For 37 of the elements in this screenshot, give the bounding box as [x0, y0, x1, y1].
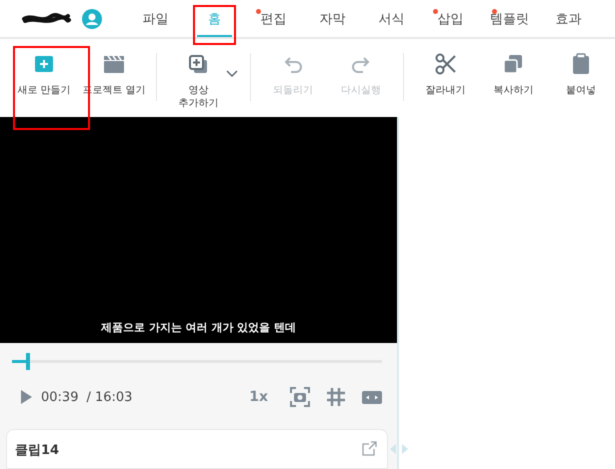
tab[interactable]: 템플릿 [480, 0, 539, 37]
tab[interactable]: 삽입 [421, 0, 480, 37]
toolbar-button[interactable]: 잘라내기 [412, 47, 480, 97]
toolbar-button[interactable]: 복사하기 [479, 47, 548, 97]
snapshot-button[interactable] [290, 387, 310, 407]
grid-icon [326, 387, 346, 407]
redo-icon [350, 54, 371, 74]
open-external-button[interactable] [361, 441, 377, 456]
toolbar-button[interactable]: 붙여넣 [547, 47, 615, 97]
tab[interactable]: 효과 [539, 0, 598, 37]
current-time: 00:39 [41, 390, 78, 404]
slider-thumb[interactable] [26, 353, 30, 370]
scissors-icon [435, 53, 456, 75]
undo-icon [283, 54, 304, 74]
add-media-icon [189, 54, 208, 74]
clipboard-icon [572, 53, 590, 75]
copy-icon [503, 54, 524, 74]
add-video-button[interactable]: 영상 추가하기 [164, 47, 232, 110]
aspect-ratio-icon [362, 388, 382, 406]
subtitle-text: 제품으로 가지는 여러 개가 있었을 텐데 [100, 320, 296, 335]
play-button[interactable] [20, 389, 33, 405]
camera-icon [290, 387, 310, 407]
tab[interactable]: 파일 [126, 0, 185, 37]
clapperboard-icon [102, 55, 125, 73]
aspect-button[interactable] [362, 388, 382, 406]
toolbar-button[interactable]: 새로 만들기 [8, 47, 80, 97]
tab[interactable]: 편집 [244, 0, 303, 37]
external-link-icon [361, 441, 377, 456]
grid-button[interactable] [326, 387, 346, 407]
avatar-icon [82, 8, 102, 28]
chevron-down-icon [226, 70, 238, 77]
total-time: / 16:03 [86, 390, 132, 404]
plus-icon [34, 55, 54, 73]
tab[interactable]: 서식 [362, 0, 421, 37]
play-icon [20, 389, 33, 405]
tab[interactable]: 자막 [303, 0, 362, 37]
clip-title: 클립14 [15, 442, 60, 460]
